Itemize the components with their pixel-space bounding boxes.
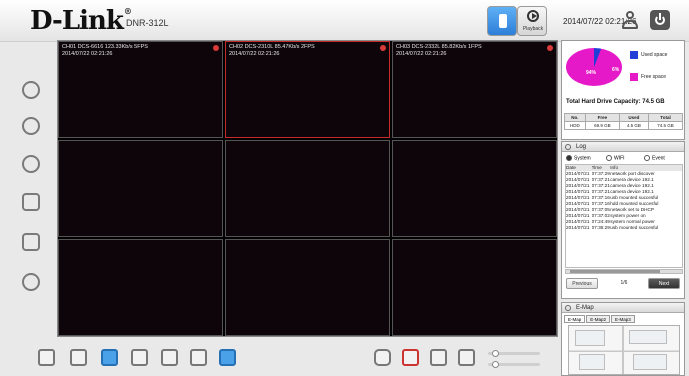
playback-icon <box>527 10 539 22</box>
free-legend-swatch <box>630 73 638 81</box>
col-used: Used <box>618 113 649 122</box>
tab-wifi[interactable]: WIFI <box>606 155 625 161</box>
emap-title: E-Map <box>562 303 684 313</box>
tab-emap1[interactable]: E-Map <box>564 315 586 323</box>
left-toolbar <box>0 43 56 343</box>
right-panel: 94% 6% Used space Free space Total Hard … <box>561 40 689 376</box>
speed-slider[interactable] <box>488 361 540 368</box>
top-bar: D-Link® DNR-312L Playback 2014/07/22 02:… <box>0 0 689 42</box>
zoom-icon[interactable] <box>430 349 447 366</box>
log-list[interactable]: Date Time Info 2014/07/21 07:37:29 network p… <box>565 164 683 268</box>
fullscreen-icon[interactable] <box>219 349 236 366</box>
pin-icon[interactable] <box>22 81 40 99</box>
record-icon[interactable] <box>402 349 419 366</box>
dlink-logo: D-Link® <box>30 6 132 36</box>
layout-custom-icon[interactable] <box>131 349 148 366</box>
disk-usage-pie: 94% 6% <box>566 48 622 86</box>
live-view-button[interactable] <box>487 6 517 36</box>
volume-slider[interactable] <box>488 350 540 357</box>
log-title: Log <box>562 142 684 152</box>
camera-cell-8[interactable] <box>225 239 390 336</box>
previous-button[interactable]: Previous <box>566 278 598 289</box>
camera-grid: CH01 DCS-6616 123.33Kb/s 5FPS 2014/07/22 … <box>57 40 558 337</box>
camera-cell-1[interactable]: CH01 DCS-6616 123.33Kb/s 5FPS 2014/07/22 … <box>58 41 223 138</box>
tab-emap2[interactable]: E-Map2 <box>586 315 611 323</box>
log-scrollbar[interactable] <box>565 269 683 274</box>
log-row: 2014/07/21 07:36:29 usb mounted succesful <box>566 225 659 230</box>
layout-patrol-icon[interactable] <box>190 349 207 366</box>
tab-event[interactable]: Event <box>644 155 665 161</box>
bottom-toolbar <box>0 340 689 376</box>
camera-info: CH01 DCS-6616 123.33Kb/s 5FPS 2014/07/22 … <box>62 44 148 57</box>
free-percent: 94% <box>586 70 597 76</box>
camera-cell-4[interactable] <box>58 140 223 237</box>
camera-info: CH03 DCS-2332L 85.82Kb/s 1FPS 2014/07/22 … <box>396 44 482 57</box>
layout-2x2-icon[interactable] <box>70 349 87 366</box>
map-icon <box>565 305 571 311</box>
camera-cell-6[interactable] <box>392 140 557 237</box>
settings-icon[interactable] <box>22 117 40 135</box>
camera-cell-9[interactable] <box>392 239 557 336</box>
power-icon[interactable] <box>650 10 670 30</box>
disk-status-panel: 94% 6% Used space Free space Total Hard … <box>561 40 685 140</box>
table-row: HDD 69.9 GB 4.5 GB 74.5 GB <box>564 121 684 130</box>
playback-button[interactable]: Playback <box>517 6 547 36</box>
layout-stack-icon[interactable] <box>161 349 178 366</box>
tab-emap3[interactable]: E-Map3 <box>611 315 635 323</box>
page-indicator: 1/6 <box>620 280 628 286</box>
backup-icon[interactable] <box>22 233 40 251</box>
camera-cell-2[interactable]: CH02 DCS-2310L 85.47Kb/s 2FPS 2014/07/22 … <box>225 41 390 138</box>
used-legend-label: Used space <box>641 52 668 58</box>
live-icon <box>499 14 507 28</box>
tab-system[interactable]: System <box>566 155 591 161</box>
camera-cell-5[interactable] <box>225 140 390 237</box>
log-tabs: System WIFI Event <box>562 152 684 163</box>
capacity-label: Total Hard Drive Capacity: 74.5 GB <box>566 99 665 105</box>
emap-tabs: E-Map E-Map2 E-Map3 <box>564 315 635 323</box>
close-icon[interactable] <box>547 45 553 51</box>
next-button[interactable]: Next <box>648 278 680 289</box>
log-pager: Previous 1/6 Next <box>566 278 682 290</box>
camera-cell-3[interactable]: CH03 DCS-2332L 85.82Kb/s 1FPS 2014/07/22 … <box>392 41 557 138</box>
snapshot-icon[interactable] <box>374 349 391 366</box>
user-icon[interactable] <box>620 10 640 30</box>
col-total: Total <box>647 113 684 122</box>
log-panel: Log System WIFI Event Date Time Info 2014/… <box>561 141 685 299</box>
ptz-icon[interactable] <box>458 349 475 366</box>
layout-3x3-icon[interactable] <box>101 349 118 366</box>
used-percent: 6% <box>612 67 620 73</box>
search-icon[interactable] <box>22 155 40 173</box>
col-free: Free <box>584 113 620 122</box>
disk-table: No. Free Used Total HDD 69.9 GB 4.5 GB 7… <box>564 113 684 130</box>
close-icon[interactable] <box>213 45 219 51</box>
layout-1x1-icon[interactable] <box>38 349 55 366</box>
clock-icon <box>565 144 571 150</box>
info-icon[interactable] <box>22 273 40 291</box>
free-legend-label: Free space <box>641 74 667 80</box>
used-legend-swatch <box>630 51 638 59</box>
camera-info: CH02 DCS-2310L 85.47Kb/s 2FPS 2014/07/22 … <box>229 44 315 57</box>
monitor-icon[interactable] <box>22 193 40 211</box>
model-name: DNR-312L <box>126 18 169 28</box>
camera-cell-7[interactable] <box>58 239 223 336</box>
close-icon[interactable] <box>380 45 386 51</box>
col-no: No. <box>564 113 586 122</box>
